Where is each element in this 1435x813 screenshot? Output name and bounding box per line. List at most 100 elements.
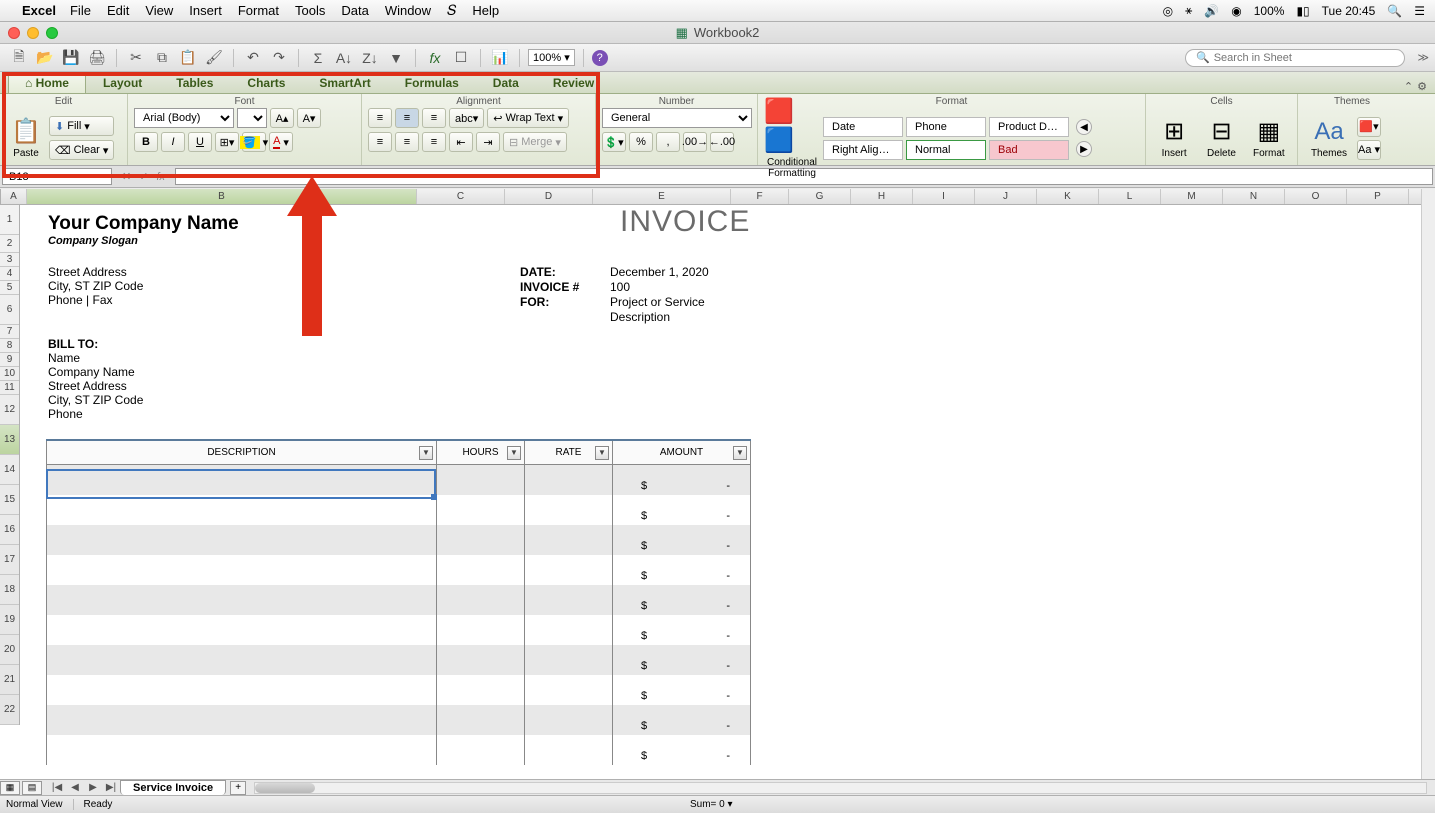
menu-file[interactable]: File <box>70 3 91 18</box>
grid-content[interactable]: Your Company Name Company Slogan Street … <box>20 205 1435 779</box>
tab-smartart[interactable]: SmartArt <box>302 72 387 93</box>
th-amount[interactable]: AMOUNT▼ <box>613 440 751 465</box>
filter-icon[interactable]: ▼ <box>733 446 747 460</box>
font-name-select[interactable]: Arial (Body) <box>134 108 234 128</box>
row-header-15[interactable]: 15 <box>0 485 19 515</box>
undo-icon[interactable]: ↶ <box>242 47 264 69</box>
percent-button[interactable]: % <box>629 132 653 152</box>
add-sheet-button[interactable]: + <box>230 781 246 795</box>
bold-button[interactable]: B <box>134 132 158 152</box>
table-row[interactable]: $- <box>47 585 751 615</box>
print-icon[interactable]: 🖨 <box>86 47 108 69</box>
align-top-button[interactable]: ≡ <box>368 108 392 128</box>
row-header-7[interactable]: 7 <box>0 325 19 339</box>
page-layout-button[interactable]: ▤ <box>22 781 42 795</box>
app-name[interactable]: Excel <box>22 3 56 18</box>
table-row[interactable]: $- <box>47 555 751 585</box>
show-formulas-icon[interactable]: ☐ <box>450 47 472 69</box>
row-header-9[interactable]: 9 <box>0 353 19 367</box>
tab-nav-first[interactable]: |◀ <box>48 782 66 793</box>
col-header-P[interactable]: P <box>1347 189 1409 204</box>
search-sheet[interactable]: 🔍 <box>1185 49 1405 67</box>
menu-extras-icon[interactable]: ☰ <box>1414 4 1425 18</box>
style-product[interactable]: Product Des... <box>989 117 1069 137</box>
menu-view[interactable]: View <box>145 3 173 18</box>
format-painter-icon[interactable]: 🖌 <box>203 47 225 69</box>
row-header-18[interactable]: 18 <box>0 575 19 605</box>
scripts-icon[interactable]: 𝑆 <box>447 2 456 19</box>
row-header-20[interactable]: 20 <box>0 635 19 665</box>
tab-tables[interactable]: Tables <box>159 72 230 93</box>
ribbon-collapse-icon[interactable]: ⌃ <box>1404 80 1413 93</box>
bluetooth-icon[interactable]: ⚹ <box>1185 3 1192 18</box>
sort-desc-icon[interactable]: Z↓ <box>359 47 381 69</box>
autosum-icon[interactable]: Σ <box>307 47 329 69</box>
align-right-button[interactable]: ≡ <box>422 132 446 152</box>
col-header-I[interactable]: I <box>913 189 975 204</box>
styles-scroll-right[interactable]: ▶ <box>1076 141 1092 157</box>
col-header-E[interactable]: E <box>593 189 731 204</box>
cc-icon[interactable]: ◎ <box>1163 4 1173 18</box>
row-header-4[interactable]: 4 <box>0 267 19 281</box>
row-header-19[interactable]: 19 <box>0 605 19 635</box>
theme-colors-button[interactable]: 🟥▾ <box>1357 117 1381 137</box>
themes-button[interactable]: AaThemes <box>1304 108 1354 168</box>
th-rate[interactable]: RATE▼ <box>525 440 613 465</box>
tab-review[interactable]: Review <box>536 72 611 93</box>
filter-icon[interactable]: ▼ <box>507 446 521 460</box>
col-header-L[interactable]: L <box>1099 189 1161 204</box>
ribbon-options-icon[interactable]: ⚙ <box>1417 80 1427 93</box>
shrink-font-button[interactable]: A▾ <box>297 108 321 128</box>
menu-tools[interactable]: Tools <box>295 3 325 18</box>
align-center-button[interactable]: ≡ <box>395 132 419 152</box>
copy-icon[interactable]: ⧉ <box>151 47 173 69</box>
paste-button[interactable]: 📋 Paste <box>6 108 46 168</box>
tab-formulas[interactable]: Formulas <box>388 72 476 93</box>
tab-layout[interactable]: Layout <box>86 72 159 93</box>
italic-button[interactable]: I <box>161 132 185 152</box>
borders-button[interactable]: ⊞▾ <box>215 132 239 152</box>
row-header-5[interactable]: 5 <box>0 281 19 295</box>
cancel-formula-icon[interactable]: ✕ <box>122 170 131 183</box>
active-cell[interactable] <box>46 469 436 499</box>
col-header-C[interactable]: C <box>417 189 505 204</box>
tab-home[interactable]: ⌂ Home <box>8 72 86 93</box>
style-normal[interactable]: Normal <box>906 140 986 160</box>
col-header-G[interactable]: G <box>789 189 851 204</box>
clock[interactable]: Tue 20:45 <box>1322 4 1376 18</box>
row-header-6[interactable]: 6 <box>0 295 19 325</box>
chart-icon[interactable]: 📊 <box>489 47 511 69</box>
row-header-8[interactable]: 8 <box>0 339 19 353</box>
minimize-button[interactable] <box>27 27 39 39</box>
col-header-J[interactable]: J <box>975 189 1037 204</box>
row-header-22[interactable]: 22 <box>0 695 19 725</box>
menu-window[interactable]: Window <box>385 3 431 18</box>
filter-icon[interactable]: ▼ <box>419 446 433 460</box>
style-phone[interactable]: Phone <box>906 117 986 137</box>
delete-cells-button[interactable]: ⊟Delete <box>1199 108 1243 168</box>
menu-help[interactable]: Help <box>472 3 499 18</box>
row-header-16[interactable]: 16 <box>0 515 19 545</box>
col-header-F[interactable]: F <box>731 189 789 204</box>
cut-icon[interactable]: ✂ <box>125 47 147 69</box>
theme-fonts-button[interactable]: Aa▾ <box>1357 140 1381 160</box>
row-header-3[interactable]: 3 <box>0 253 19 267</box>
tab-nav-next[interactable]: ▶ <box>84 782 102 793</box>
row-header-1[interactable]: 1 <box>0 205 19 235</box>
fill-color-button[interactable]: 🪣▾ <box>242 132 266 152</box>
volume-icon[interactable]: 🔊 <box>1204 4 1219 18</box>
table-row[interactable]: $- <box>47 735 751 765</box>
fx-icon[interactable]: fx <box>424 47 446 69</box>
tab-nav-last[interactable]: ▶| <box>102 782 120 793</box>
style-bad[interactable]: Bad <box>989 140 1069 160</box>
align-left-button[interactable]: ≡ <box>368 132 392 152</box>
row-header-10[interactable]: 10 <box>0 367 19 381</box>
row-header-14[interactable]: 14 <box>0 455 19 485</box>
menu-data[interactable]: Data <box>341 3 368 18</box>
wrap-text-button[interactable]: ↩Wrap Text ▾ <box>487 108 569 128</box>
col-header-B[interactable]: B <box>27 189 417 204</box>
vertical-scrollbar[interactable] <box>1421 189 1435 779</box>
help-icon[interactable]: ? <box>592 50 608 66</box>
style-right-aligned[interactable]: Right Aligned <box>823 140 903 160</box>
row-header-12[interactable]: 12 <box>0 395 19 425</box>
